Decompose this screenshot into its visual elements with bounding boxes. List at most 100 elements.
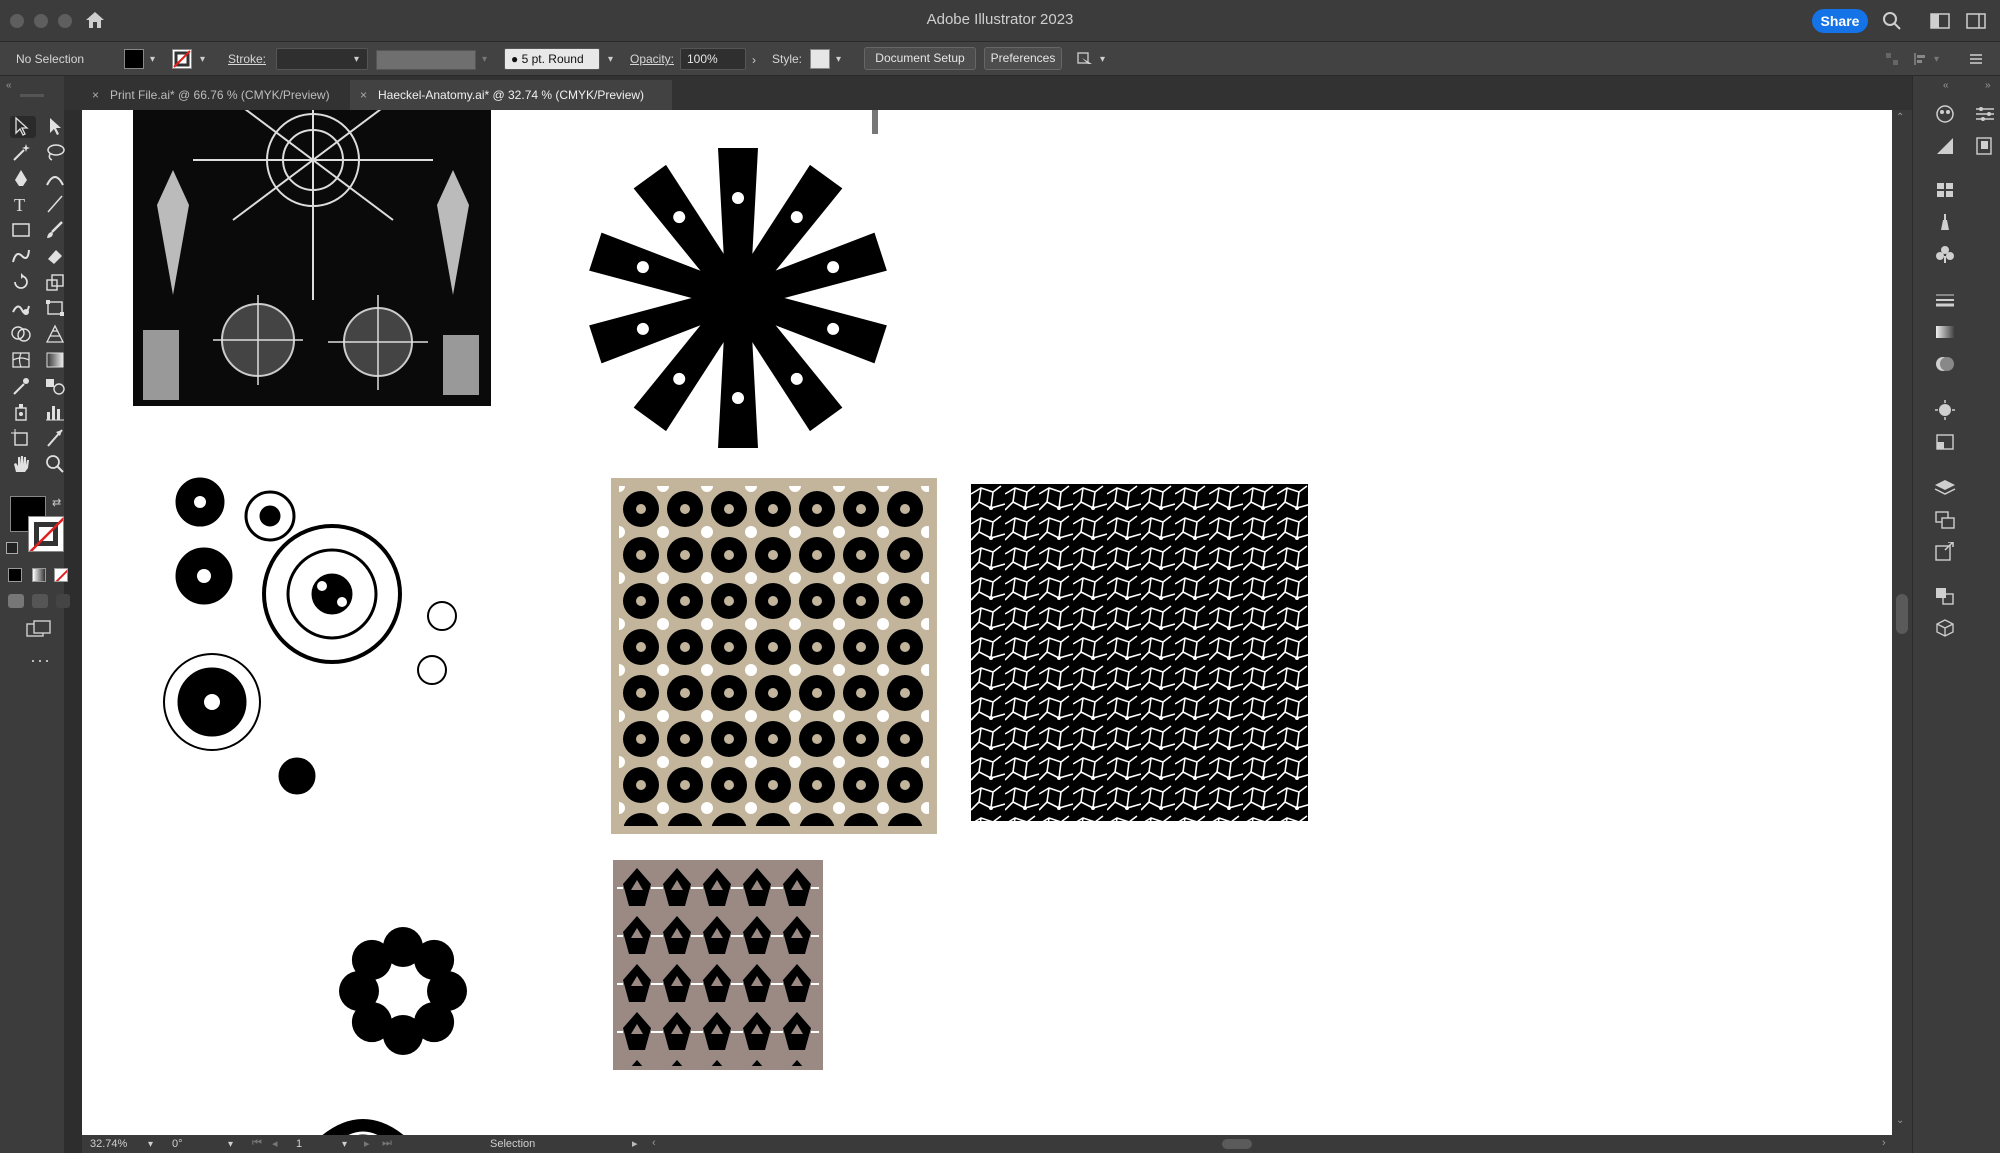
type-tool-icon[interactable]: T [10,194,36,216]
blend-tool-icon[interactable] [44,376,70,398]
black-network-pattern-swatch[interactable] [971,484,1308,821]
symbols-panel-icon[interactable] [1933,244,1961,268]
eyedropper-tool-icon[interactable] [10,376,36,398]
direct-selection-tool-icon[interactable] [44,116,70,138]
home-icon[interactable] [84,10,106,35]
warp-tool-icon[interactable] [10,298,36,320]
symbol-sprayer-tool-icon[interactable] [10,402,36,424]
next-artboard-icon[interactable]: ▸ [364,1137,370,1150]
tab-haeckel-anatomy[interactable]: × Haeckel-Anatomy.ai* @ 32.74 % (CMYK/Pr… [350,80,672,110]
stroke-swatch[interactable] [172,49,192,69]
color-guide-icon[interactable] [1933,136,1961,160]
document-setup-button[interactable]: Document Setup [864,47,976,70]
fill-swatch[interactable] [124,49,144,69]
draw-normal-icon[interactable] [8,594,24,608]
rotate-tool-icon[interactable] [10,272,36,294]
appearance-panel-icon[interactable] [1933,400,1961,424]
zoom-tool-icon[interactable] [44,454,70,476]
chevron-down-icon[interactable]: ▾ [482,54,487,65]
artboards-panel-icon[interactable] [1933,510,1961,534]
align-icon[interactable] [1884,51,1900,70]
color-panel-icon[interactable] [1933,104,1961,128]
vertical-scroll-thumb[interactable] [1896,594,1908,634]
tab-print-file[interactable]: × Print File.ai* @ 66.76 % (CMYK/Preview… [82,80,344,110]
magic-wand-tool-icon[interactable] [10,142,36,164]
default-colors-icon[interactable] [6,542,18,554]
last-artboard-icon[interactable]: ⏭ [382,1137,392,1150]
minimize-window-button[interactable] [34,14,48,28]
tan-pattern-swatch[interactable] [611,478,937,834]
free-transform-tool-icon[interactable] [44,298,70,320]
chevron-down-icon[interactable]: ▾ [608,54,613,65]
brush-definition-field[interactable]: ● 5 pt. Round [504,48,600,70]
chevron-down-icon[interactable]: ▾ [148,1139,153,1150]
chevron-right-icon[interactable]: › [752,53,756,67]
draw-behind-icon[interactable] [32,594,48,608]
previous-artboard-icon[interactable]: ◂ [272,1137,278,1150]
collapse-panel-icon[interactable]: « [6,80,12,91]
opacity-field[interactable]: 100% [680,48,746,70]
workspace-switcher-icon[interactable] [1930,12,1950,35]
chevron-down-icon[interactable]: ▾ [228,1139,233,1150]
partial-radiolarian-artwork[interactable] [298,1094,428,1135]
perspective-grid-tool-icon[interactable] [44,324,70,346]
mauve-pattern-swatch[interactable] [613,860,823,1070]
draw-inside-icon[interactable] [56,594,70,608]
pathfinder-panel-icon[interactable] [1933,586,1961,610]
asset-export-panel-icon[interactable] [1933,541,1961,566]
scroll-left-icon[interactable]: ‹ [652,1137,656,1149]
radiolarian-star-artwork[interactable] [578,138,898,458]
rotation-value[interactable]: 0° [172,1138,183,1150]
graphic-styles-panel-icon[interactable] [1933,432,1961,456]
radiolarian-cluster-artwork[interactable] [152,476,572,946]
lasso-tool-icon[interactable] [44,142,70,164]
line-segment-tool-icon[interactable] [44,194,70,216]
slice-tool-icon[interactable] [44,428,70,450]
arrange-documents-icon[interactable] [1076,50,1096,71]
search-icon[interactable] [1882,11,1902,36]
expand-panel-icon[interactable]: » [1985,80,1991,91]
scroll-down-icon[interactable]: ⌄ [1896,1115,1904,1126]
layers-panel-icon[interactable] [1933,478,1961,502]
edit-toolbar-icon[interactable]: ··· [30,650,51,671]
haeckel-plate-image[interactable] [133,110,491,406]
none-mode-icon[interactable] [54,568,68,582]
screen-mode-icon[interactable] [26,620,52,643]
ring-radiolarian-artwork[interactable] [336,924,470,1058]
chevron-down-icon[interactable]: ▾ [200,54,205,65]
artboard-canvas[interactable] [82,110,1892,1135]
transform-icon[interactable] [1912,51,1928,70]
artboard-tool-icon[interactable] [10,428,36,450]
swap-colors-icon[interactable]: ⇄ [52,496,61,509]
zoom-level[interactable]: 32.74% [90,1138,127,1150]
selection-tool-icon[interactable] [10,116,36,138]
horizontal-scroll-thumb[interactable] [1222,1139,1252,1149]
chevron-down-icon[interactable]: ▾ [1100,54,1105,65]
chevron-down-icon[interactable]: ▾ [150,54,155,65]
chevron-down-icon[interactable]: ▾ [342,1139,347,1150]
stroke-label[interactable]: Stroke: [228,52,266,66]
stroke-panel-icon[interactable] [1933,290,1961,314]
eraser-tool-icon[interactable] [44,246,70,268]
collapse-panel-icon[interactable]: « [1943,80,1949,91]
brushes-panel-icon[interactable] [1933,212,1961,236]
variable-width-profile[interactable] [376,50,476,70]
curvature-tool-icon[interactable] [44,168,70,190]
scroll-up-icon[interactable]: ⌃ [1896,112,1904,123]
gradient-tool-icon[interactable] [44,350,70,372]
gradient-mode-icon[interactable] [32,568,46,582]
shape-builder-tool-icon[interactable] [10,324,36,346]
gradient-panel-icon[interactable] [1933,322,1961,346]
artboard-number[interactable]: 1 [296,1138,302,1150]
share-button[interactable]: Share [1812,9,1868,33]
properties-panel-icon[interactable] [1973,104,2000,128]
shaper-tool-icon[interactable] [10,246,36,268]
libraries-panel-icon[interactable] [1973,136,2000,160]
pen-tool-icon[interactable] [10,168,36,190]
color-mode-icon[interactable] [8,568,22,582]
status-menu-icon[interactable]: ▸ [632,1137,638,1150]
panel-grip[interactable] [20,94,44,97]
swatches-panel-icon[interactable] [1933,180,1961,204]
close-icon[interactable]: × [360,88,367,102]
scroll-right-icon[interactable]: › [1882,1137,1886,1149]
